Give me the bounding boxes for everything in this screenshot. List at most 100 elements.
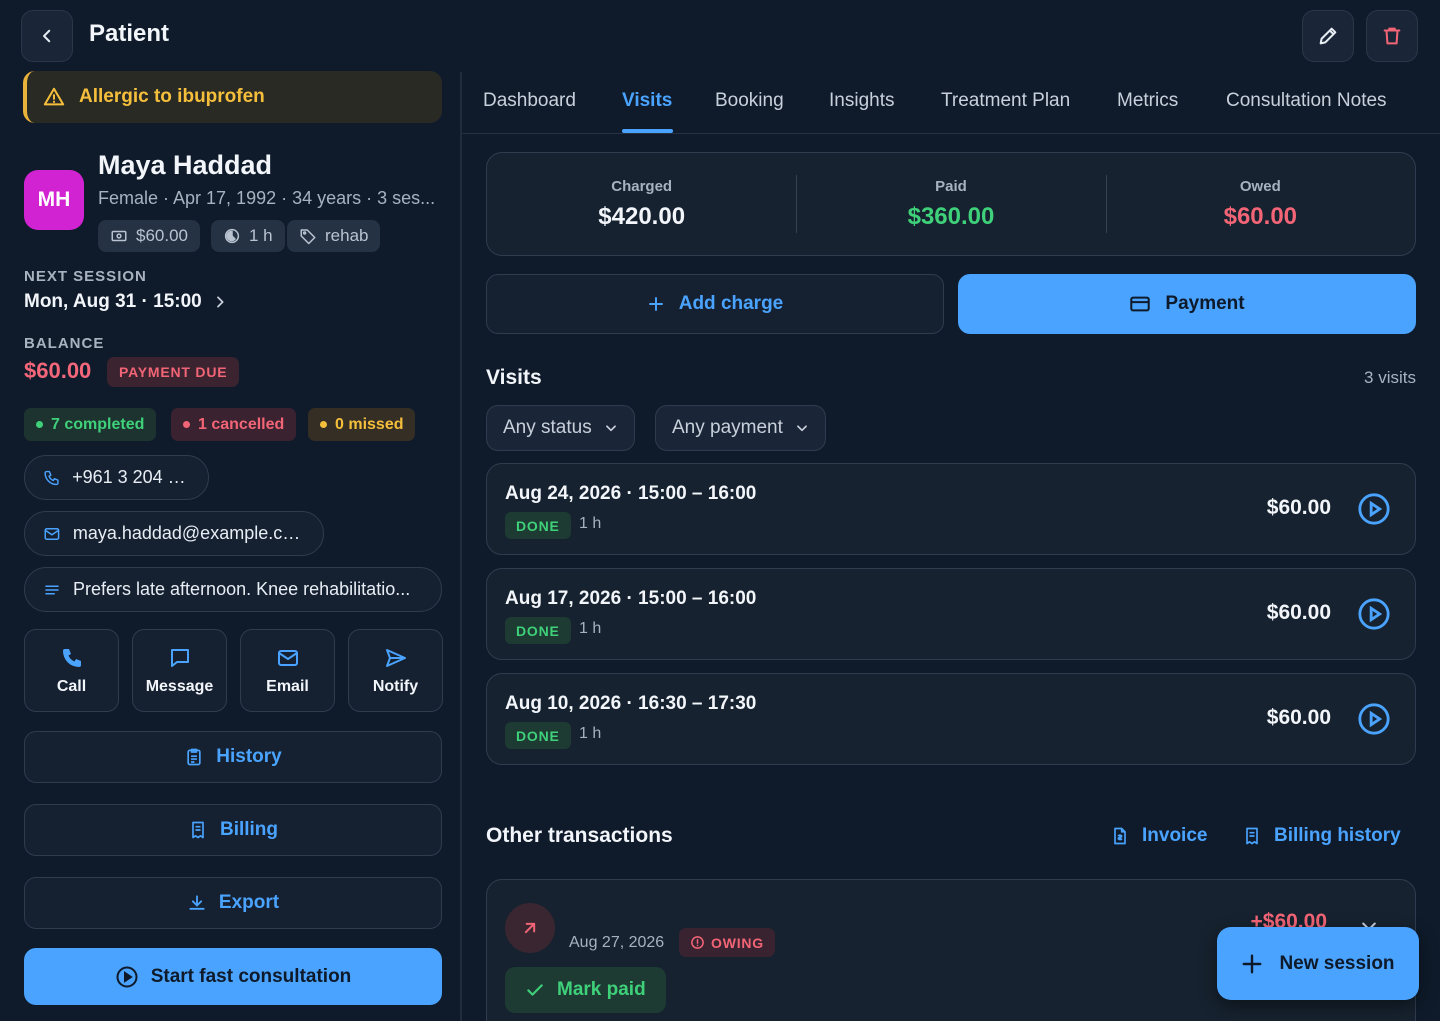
check-icon <box>527 984 543 996</box>
tab-dashboard[interactable]: Dashboard <box>483 90 576 112</box>
tab-insights[interactable]: Insights <box>829 90 894 112</box>
download-icon <box>189 895 205 910</box>
add-charge-button[interactable]: Add charge <box>486 274 944 334</box>
visit-time: Aug 17, 2026 · 15:00 – 16:00 <box>505 588 757 609</box>
visit-row[interactable]: Aug 10, 2026 · 16:30 – 17:30 DONE 1 h $6… <box>486 673 1416 765</box>
completed-stat: 7 completed <box>24 408 157 441</box>
new-session-button[interactable]: New session <box>1217 927 1419 1000</box>
chevron-left-icon <box>43 29 51 43</box>
mark-paid-button[interactable]: Mark paid <box>505 967 666 1013</box>
status-dot <box>320 421 327 428</box>
allergy-alert-text: Allergic to ibuprofen <box>79 86 265 107</box>
add-charge-label: Add charge <box>678 293 784 314</box>
plus-icon <box>1242 954 1262 973</box>
send-icon <box>385 648 406 667</box>
call-button-label: Call <box>56 677 87 695</box>
status-filter[interactable]: Any status <box>486 405 635 451</box>
visits-title: Visits <box>486 366 542 389</box>
allergy-alert: Allergic to ibuprofen <box>23 71 442 123</box>
invoice-button[interactable]: Invoice <box>1110 825 1207 847</box>
tab-booking[interactable]: Booking <box>715 90 784 112</box>
call-button[interactable]: Call <box>24 629 119 712</box>
notify-button[interactable]: Notify <box>348 629 443 712</box>
completed-stat-label: 7 completed <box>51 415 145 433</box>
play-circle-icon[interactable] <box>1357 597 1391 631</box>
start-consultation-button[interactable]: Start fast consultation <box>24 948 442 1005</box>
visit-row[interactable]: Aug 17, 2026 · 15:00 – 16:00 DONE 1 h $6… <box>486 568 1416 660</box>
receipt-icon <box>192 821 204 839</box>
avatar: MH <box>24 170 84 230</box>
new-session-label: New session <box>1279 952 1395 974</box>
next-session-link[interactable]: Mon, Aug 31 · 15:00 <box>24 291 228 313</box>
tag-chip: rehab <box>287 220 381 252</box>
billing-history-button[interactable]: Billing history <box>1242 825 1401 847</box>
tab-metrics[interactable]: Metrics <box>1117 90 1178 112</box>
play-circle-icon[interactable] <box>1357 702 1391 736</box>
arrow-up-right-icon <box>524 922 536 934</box>
visit-amount: $60.00 <box>1266 706 1331 729</box>
charged-value: $420.00 <box>598 202 686 230</box>
message-button[interactable]: Message <box>132 629 227 712</box>
owed-value: $60.00 <box>1223 202 1298 230</box>
active-tab-indicator <box>622 129 673 133</box>
payment-filter[interactable]: Any payment <box>655 405 826 451</box>
payment-filter-value: Any payment <box>672 417 783 438</box>
warning-icon <box>43 87 65 106</box>
history-button[interactable]: History <box>24 731 442 783</box>
message-button-label: Message <box>145 677 214 695</box>
play-circle-icon <box>116 966 138 987</box>
cancelled-stat-label: 1 cancelled <box>198 415 285 433</box>
transaction-type <box>505 903 555 953</box>
billing-button[interactable]: Billing <box>24 804 442 856</box>
visit-count: 3 visits <box>1364 368 1416 387</box>
balance-label: BALANCE <box>24 335 105 352</box>
tab-consultation-notes[interactable]: Consultation Notes <box>1226 90 1387 112</box>
tag-icon <box>300 229 316 245</box>
play-circle-icon[interactable] <box>1357 492 1391 526</box>
mark-paid-label: Mark paid <box>557 979 646 1000</box>
note-contact[interactable]: Prefers late afternoon. Knee rehabilitat… <box>24 567 442 612</box>
owing-badge: OWING <box>679 928 775 957</box>
email-button[interactable]: Email <box>240 629 335 712</box>
rate-chip: $60.00 <box>98 220 200 252</box>
tab-treatment-plan[interactable]: Treatment Plan <box>941 90 1070 112</box>
back-button[interactable] <box>21 10 73 62</box>
pencil-icon <box>1319 27 1337 45</box>
delete-button[interactable] <box>1366 10 1418 62</box>
invoice-button-label: Invoice <box>1142 825 1208 846</box>
panel-divider <box>460 72 462 1021</box>
start-consultation-label: Start fast consultation <box>150 965 352 987</box>
visit-duration: 1 h <box>579 620 602 637</box>
patient-meta: Female · Apr 17, 1992 · 34 years · 3 ses… <box>98 188 436 208</box>
receipt-icon <box>1246 827 1258 845</box>
chevron-down-icon <box>797 425 807 432</box>
payment-due-badge: PAYMENT DUE <box>107 357 240 387</box>
phone-icon <box>62 648 81 667</box>
patient-name: Maya Haddad <box>98 150 273 180</box>
owed-summary: Owed $60.00 <box>1105 153 1415 255</box>
phone-contact[interactable]: +961 3 204 118 <box>24 455 209 500</box>
next-session-value: Mon, Aug 31 · 15:00 <box>24 291 202 312</box>
visit-duration: 1 h <box>579 725 602 742</box>
visit-amount: $60.00 <box>1266 496 1331 519</box>
payment-label: Payment <box>1165 293 1245 314</box>
export-button[interactable]: Export <box>24 877 442 929</box>
status-filter-value: Any status <box>503 417 592 438</box>
paid-summary: Paid $360.00 <box>796 153 1105 255</box>
paid-label: Paid <box>935 177 967 195</box>
next-session-label: NEXT SESSION <box>24 268 147 285</box>
visit-status-badge: DONE <box>505 617 571 644</box>
history-button-label: History <box>216 746 282 767</box>
email-contact[interactable]: maya.haddad@example.com <box>24 511 324 556</box>
file-icon <box>1114 827 1126 845</box>
email-button-label: Email <box>266 677 309 695</box>
visit-time: Aug 24, 2026 · 15:00 – 16:00 <box>505 483 757 504</box>
visit-status-badge: DONE <box>505 722 571 749</box>
edit-button[interactable] <box>1302 10 1354 62</box>
trash-icon <box>1383 27 1401 45</box>
payment-button[interactable]: Payment <box>958 274 1416 334</box>
note-value: Prefers late afternoon. Knee rehabilitat… <box>73 579 411 599</box>
visit-row[interactable]: Aug 24, 2026 · 15:00 – 16:00 DONE 1 h $6… <box>486 463 1416 555</box>
tab-visits[interactable]: Visits <box>622 90 672 112</box>
visit-amount: $60.00 <box>1266 601 1331 624</box>
